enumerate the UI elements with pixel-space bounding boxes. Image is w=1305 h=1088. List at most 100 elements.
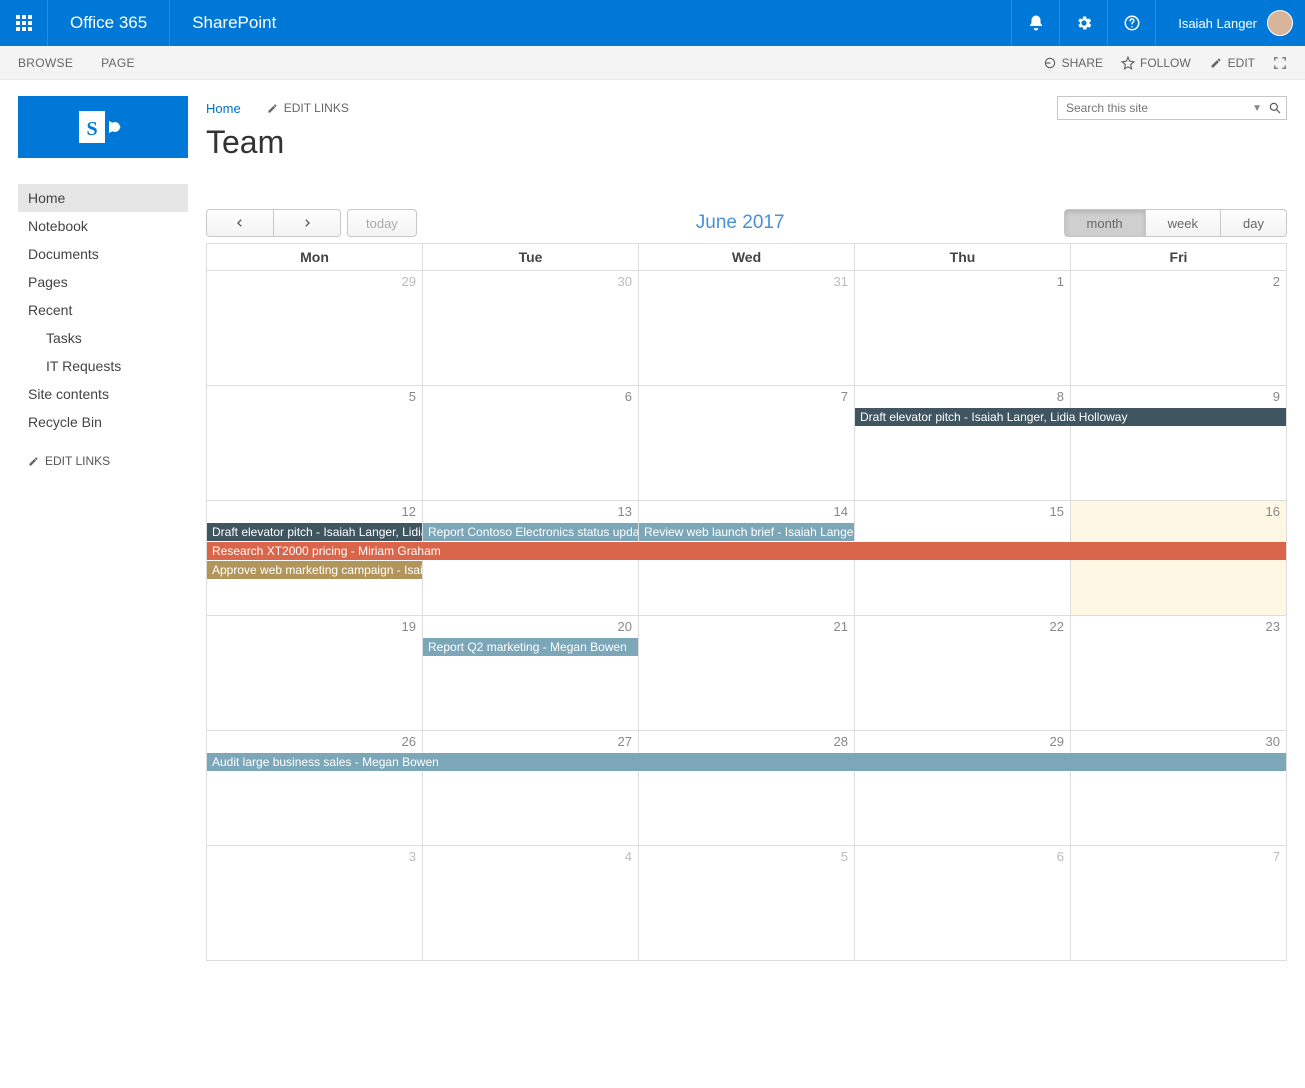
calendar-event[interactable]: Research XT2000 pricing - Miriam Graham — [207, 542, 1286, 560]
nav-item-site-contents[interactable]: Site contents — [18, 380, 188, 408]
edit-links-label: EDIT LINKS — [284, 101, 349, 115]
calendar-cell[interactable]: 3 — [207, 846, 423, 961]
gear-icon — [1075, 14, 1093, 32]
calendar-event[interactable]: Draft elevator pitch - Isaiah Langer, Li… — [855, 408, 1286, 426]
bell-icon — [1027, 14, 1045, 32]
view-day-button[interactable]: day — [1221, 209, 1287, 237]
day-number: 29 — [855, 731, 1070, 752]
calendar-cell[interactable]: 2 — [1071, 271, 1287, 386]
day-number: 5 — [639, 846, 854, 867]
nav-item-home[interactable]: Home — [18, 184, 188, 212]
avatar — [1267, 10, 1293, 36]
brand-office365[interactable]: Office 365 — [48, 0, 169, 46]
calendar-cell[interactable]: 28 — [639, 731, 855, 846]
brand-sharepoint[interactable]: SharePoint — [169, 0, 298, 46]
edit-links-top[interactable]: EDIT LINKS — [267, 101, 349, 115]
focus-button[interactable] — [1273, 56, 1287, 70]
calendar-cell[interactable]: 29 — [855, 731, 1071, 846]
calendar-cell[interactable]: 29 — [207, 271, 423, 386]
ribbon-tab-browse[interactable]: BROWSE — [18, 56, 73, 70]
help-button[interactable] — [1107, 0, 1155, 46]
calendar-cell[interactable]: 12Draft elevator pitch - Isaiah Langer, … — [207, 501, 423, 616]
calendar-cell[interactable]: 5 — [639, 846, 855, 961]
cal-header: Thu — [855, 244, 1071, 271]
next-button[interactable] — [274, 209, 341, 237]
day-number: 30 — [1071, 731, 1286, 752]
calendar-cell[interactable]: 8Draft elevator pitch - Isaiah Langer, L… — [855, 386, 1071, 501]
calendar-event[interactable]: Draft elevator pitch - Isaiah Langer, Li… — [207, 523, 422, 541]
search-submit[interactable] — [1268, 101, 1282, 115]
calendar-cell[interactable]: 30 — [423, 271, 639, 386]
calendar-cell[interactable]: 5 — [207, 386, 423, 501]
calendar-cell[interactable]: 6 — [423, 386, 639, 501]
day-number: 13 — [423, 501, 638, 522]
day-number: 6 — [855, 846, 1070, 867]
calendar-cell[interactable]: 6 — [855, 846, 1071, 961]
edit-label: EDIT — [1228, 56, 1255, 70]
calendar-cell[interactable]: 31 — [639, 271, 855, 386]
view-week-button[interactable]: week — [1146, 209, 1221, 237]
follow-button[interactable]: FOLLOW — [1121, 56, 1191, 70]
day-number: 7 — [639, 386, 854, 407]
day-number: 12 — [207, 501, 422, 522]
chevron-right-icon — [302, 218, 312, 228]
nav-item-pages[interactable]: Pages — [18, 268, 188, 296]
search-input[interactable] — [1066, 101, 1246, 115]
nav-item-tasks[interactable]: Tasks — [18, 324, 188, 352]
calendar-event[interactable]: Audit large business sales - Megan Bowen — [207, 753, 1286, 771]
calendar-cell[interactable]: 4 — [423, 846, 639, 961]
day-number: 6 — [423, 386, 638, 407]
calendar-cell[interactable]: 23 — [1071, 616, 1287, 731]
calendar-cell[interactable]: 21 — [639, 616, 855, 731]
focus-icon — [1273, 56, 1287, 70]
nav-edit-links[interactable]: EDIT LINKS — [18, 446, 188, 476]
calendar-cell[interactable]: 1 — [855, 271, 1071, 386]
calendar-cell[interactable]: 26Audit large business sales - Megan Bow… — [207, 731, 423, 846]
calendar-event[interactable]: Report Contoso Electronics status update… — [423, 523, 638, 541]
search-scope-dropdown[interactable]: ▼ — [1252, 103, 1262, 114]
calendar-cell[interactable]: 7 — [639, 386, 855, 501]
pencil-icon — [267, 103, 278, 114]
prev-button[interactable] — [206, 209, 274, 237]
follow-label: FOLLOW — [1140, 56, 1191, 70]
calendar-event[interactable]: Approve web marketing campaign - Isaiah … — [207, 561, 422, 579]
day-number: 16 — [1071, 501, 1286, 522]
sharepoint-icon: S — [73, 107, 133, 147]
nav-item-recent[interactable]: Recent — [18, 296, 188, 324]
cal-header: Fri — [1071, 244, 1287, 271]
user-menu[interactable]: Isaiah Langer — [1155, 0, 1305, 46]
calendar-cell[interactable]: 27 — [423, 731, 639, 846]
site-logo[interactable]: S — [18, 96, 188, 158]
day-number: 9 — [1071, 386, 1286, 407]
settings-button[interactable] — [1059, 0, 1107, 46]
calendar-cell[interactable]: 20Report Q2 marketing - Megan Bowen — [423, 616, 639, 731]
day-number: 23 — [1071, 616, 1286, 637]
left-nav: HomeNotebookDocumentsPagesRecentTasksIT … — [18, 184, 188, 476]
calendar-cell[interactable]: 30 — [1071, 731, 1287, 846]
calendar-event[interactable]: Review web launch brief - Isaiah Langer — [639, 523, 854, 541]
view-month-button[interactable]: month — [1064, 209, 1146, 237]
nav-item-recycle-bin[interactable]: Recycle Bin — [18, 408, 188, 436]
ribbon-tab-page[interactable]: PAGE — [101, 56, 135, 70]
day-number: 7 — [1071, 846, 1286, 867]
day-number: 30 — [423, 271, 638, 292]
app-launcher-button[interactable] — [0, 0, 48, 46]
nav-item-documents[interactable]: Documents — [18, 240, 188, 268]
calendar-cell[interactable]: 22 — [855, 616, 1071, 731]
day-number: 19 — [207, 616, 422, 637]
notifications-button[interactable] — [1011, 0, 1059, 46]
nav-item-it-requests[interactable]: IT Requests — [18, 352, 188, 380]
today-button[interactable]: today — [347, 209, 417, 237]
calendar-cell[interactable]: 9 — [1071, 386, 1287, 501]
share-label: SHARE — [1062, 56, 1103, 70]
svg-text:S: S — [86, 118, 97, 140]
search-box[interactable]: ▼ — [1057, 96, 1287, 120]
calendar-cell[interactable]: 7 — [1071, 846, 1287, 961]
nav-item-notebook[interactable]: Notebook — [18, 212, 188, 240]
edit-button[interactable]: EDIT — [1209, 56, 1255, 70]
calendar-cell[interactable]: 19 — [207, 616, 423, 731]
share-button[interactable]: SHARE — [1043, 56, 1103, 70]
calendar-event[interactable]: Report Q2 marketing - Megan Bowen — [423, 638, 638, 656]
breadcrumb-home[interactable]: Home — [206, 101, 241, 116]
day-number: 15 — [855, 501, 1070, 522]
